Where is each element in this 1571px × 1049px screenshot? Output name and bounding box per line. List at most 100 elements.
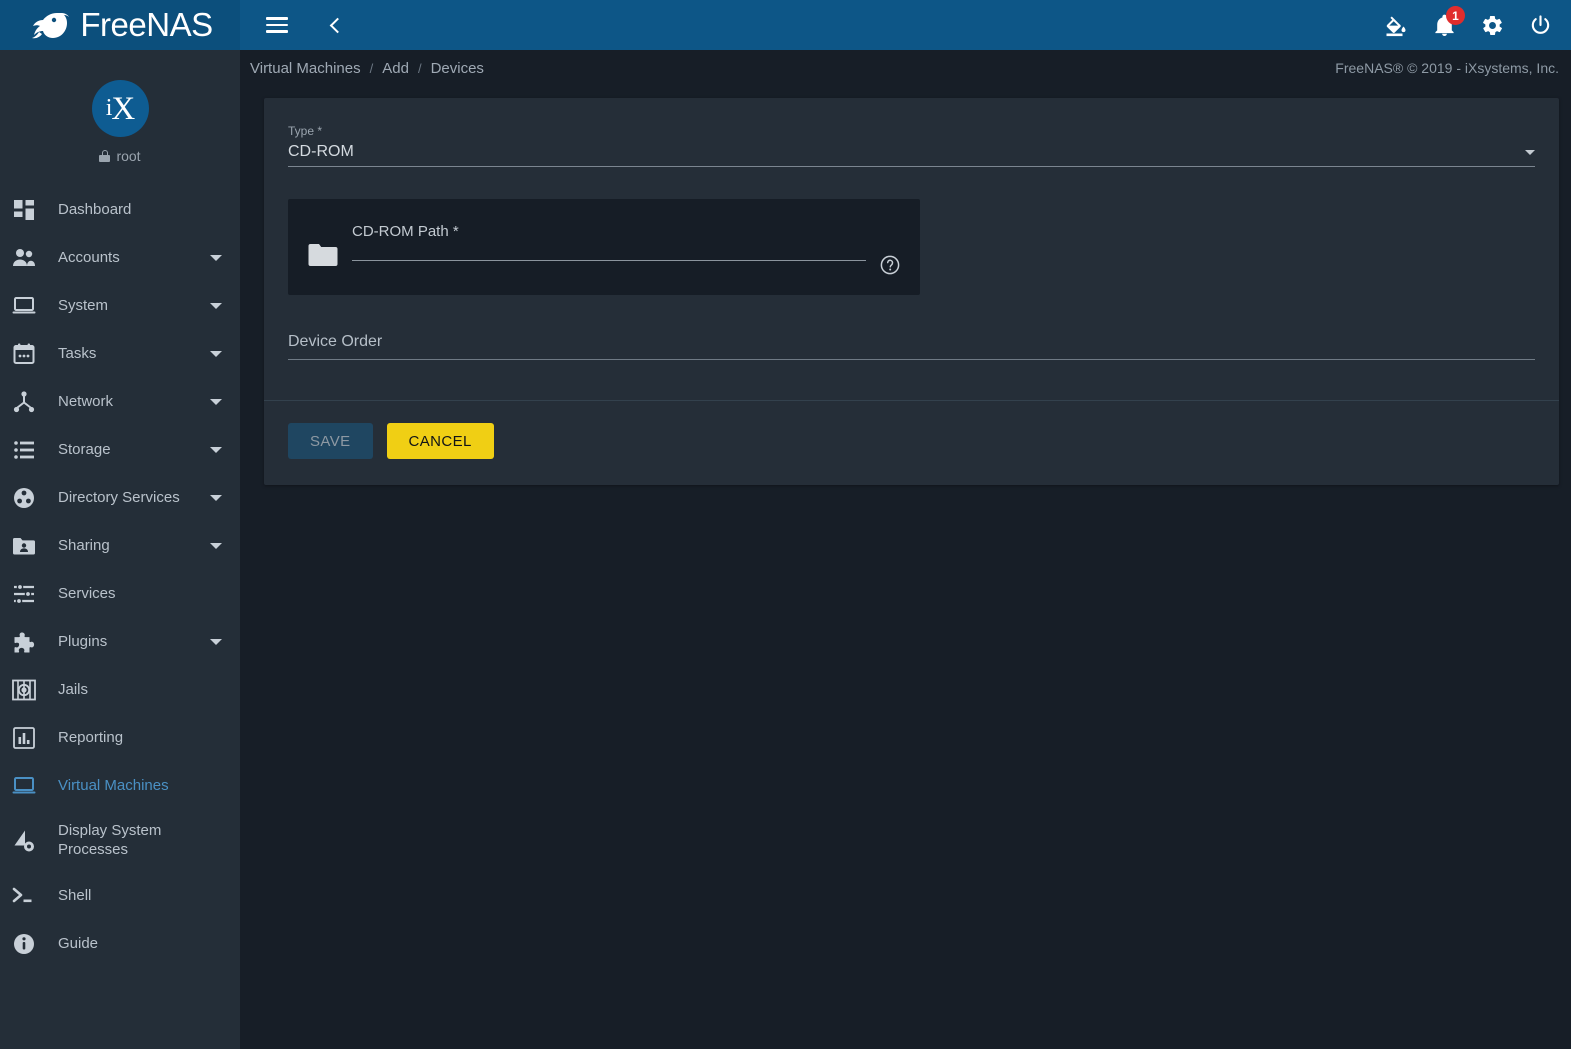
- user-block: iX root: [0, 50, 240, 172]
- breadcrumb-bar: Virtual Machines / Add / Devices FreeNAS…: [240, 50, 1571, 86]
- chevron-down-icon[interactable]: [210, 495, 222, 501]
- storage-list-icon: [10, 436, 38, 464]
- calendar-icon: [10, 340, 38, 368]
- copyright-text: FreeNAS® © 2019 - iXsystems, Inc.: [1335, 60, 1559, 76]
- username-row: root: [99, 148, 141, 164]
- sidebar-item-jails[interactable]: Jails: [0, 666, 240, 714]
- sidebar-item-label: Accounts: [58, 248, 120, 266]
- breadcrumb-item-devices: Devices: [430, 59, 484, 77]
- sidebar-item-label: Virtual Machines: [58, 776, 169, 794]
- username-label: root: [116, 148, 141, 164]
- help-circle-icon[interactable]: [880, 255, 900, 275]
- sidebar-item-services[interactable]: Services: [0, 570, 240, 618]
- folder-icon[interactable]: [308, 243, 338, 267]
- sidebar-item-plugins[interactable]: Plugins: [0, 618, 240, 666]
- jails-icon: [10, 676, 38, 704]
- chevron-left-icon[interactable]: [318, 8, 352, 42]
- info-circle-icon: [10, 930, 38, 958]
- laptop-icon: [10, 772, 38, 800]
- sidebar-item-label: Display System Processes: [58, 822, 162, 858]
- cdrom-path-group: CD-ROM Path *: [288, 199, 920, 295]
- cdrom-path-input[interactable]: [352, 260, 866, 261]
- notification-badge: 1: [1446, 6, 1465, 25]
- type-field[interactable]: Type * CD-ROM: [288, 124, 1535, 173]
- sidebar-item-label: Storage: [58, 440, 111, 458]
- directory-services-icon: [10, 484, 38, 512]
- sidebar-nav: Dashboard Accounts System Tasks Network …: [0, 186, 240, 968]
- people-icon: [10, 244, 38, 272]
- device-order-label: Device Order: [288, 333, 383, 350]
- chevron-down-icon[interactable]: [210, 399, 222, 405]
- bell-icon[interactable]: 1: [1427, 6, 1465, 42]
- device-form-card: Type * CD-ROM CD-ROM Path * Device Order…: [264, 98, 1559, 485]
- sidebar-item-network[interactable]: Network: [0, 378, 240, 426]
- chevron-down-icon[interactable]: [210, 447, 222, 453]
- sliders-icon: [10, 580, 38, 608]
- sidebar-item-accounts[interactable]: Accounts: [0, 234, 240, 282]
- sidebar-item-virtual-machines[interactable]: Virtual Machines: [0, 762, 240, 810]
- sidebar-item-reporting[interactable]: Reporting: [0, 714, 240, 762]
- brand-name: FreeNAS: [80, 6, 213, 43]
- type-select-value[interactable]: CD-ROM: [288, 143, 1525, 161]
- gear-icon[interactable]: [1475, 8, 1509, 42]
- folder-shared-icon: [10, 532, 38, 560]
- cdrom-path-label: CD-ROM Path *: [352, 223, 459, 240]
- sidebar-item-display-system-processes[interactable]: Display System Processes: [0, 810, 240, 872]
- sidebar-item-label: Plugins: [58, 632, 108, 650]
- breadcrumb-separator: /: [417, 60, 422, 76]
- breadcrumb-item-add[interactable]: Add: [382, 60, 409, 77]
- page-content: Type * CD-ROM CD-ROM Path * Device Order…: [240, 86, 1571, 1049]
- chevron-down-icon[interactable]: [210, 351, 222, 357]
- sidebar-item-label: Sharing: [58, 536, 110, 554]
- freenas-fish-logo-icon: [32, 13, 70, 39]
- sidebar-item-label: Dashboard: [58, 200, 132, 218]
- chevron-down-icon[interactable]: [210, 255, 222, 261]
- power-icon[interactable]: [1523, 8, 1557, 42]
- app-root: FreeNAS ™ iX root Dashboard: [0, 0, 1571, 1049]
- sidebar-item-guide[interactable]: Guide: [0, 920, 240, 968]
- device-order-input[interactable]: [288, 359, 1535, 360]
- sidebar-item-directory-services[interactable]: Directory Services: [0, 474, 240, 522]
- hamburger-icon[interactable]: [260, 8, 294, 42]
- cancel-button[interactable]: CANCEL: [386, 423, 494, 459]
- sidebar-item-label: Shell: [58, 886, 92, 904]
- chevron-down-icon[interactable]: [210, 543, 222, 549]
- sidebar-item-label: Reporting: [58, 728, 124, 746]
- breadcrumb: Virtual Machines / Add / Devices: [250, 60, 484, 77]
- breadcrumb-separator: /: [369, 60, 374, 76]
- cdrom-path-field[interactable]: CD-ROM Path *: [352, 217, 866, 261]
- puzzle-icon: [10, 628, 38, 656]
- sidebar-item-label: Tasks: [58, 344, 97, 362]
- sidebar-item-label: Guide: [58, 934, 99, 952]
- bar-chart-icon: [10, 724, 38, 752]
- lock-icon: [99, 150, 111, 162]
- sidebar-item-dashboard[interactable]: Dashboard: [0, 186, 240, 234]
- device-order-field[interactable]: Device Order: [288, 333, 1535, 360]
- chevron-down-icon[interactable]: [210, 639, 222, 645]
- format-color-fill-icon[interactable]: [1379, 8, 1413, 42]
- terminal-icon: [10, 882, 38, 910]
- laptop-icon: [10, 292, 38, 320]
- network-tree-icon: [10, 388, 38, 416]
- type-field-label: Type *: [288, 124, 323, 138]
- breadcrumb-item-virtual-machines[interactable]: Virtual Machines: [250, 60, 361, 77]
- chevron-down-icon[interactable]: [210, 303, 222, 309]
- sidebar-item-storage[interactable]: Storage: [0, 426, 240, 474]
- sidebar-item-label: System: [58, 296, 109, 314]
- save-button[interactable]: SAVE: [288, 423, 373, 459]
- system-processes-icon: [10, 827, 38, 855]
- avatar[interactable]: iX: [91, 80, 149, 137]
- sidebar: FreeNAS ™ iX root Dashboard: [0, 0, 240, 1049]
- dropdown-arrow-icon[interactable]: [1525, 150, 1535, 155]
- brand-logo[interactable]: FreeNAS ™: [0, 0, 240, 50]
- sidebar-item-system[interactable]: System: [0, 282, 240, 330]
- sidebar-item-label: Network: [58, 392, 114, 410]
- sidebar-item-shell[interactable]: Shell: [0, 872, 240, 920]
- top-toolbar: 1: [240, 0, 1571, 50]
- sidebar-item-label: Directory Services: [58, 488, 180, 506]
- main-area: 1 Virtual Machines / Add / Devices FreeN…: [240, 0, 1571, 1049]
- form-actions: SAVE CANCEL: [264, 401, 1559, 485]
- sidebar-item-label: Services: [58, 584, 116, 602]
- sidebar-item-sharing[interactable]: Sharing: [0, 522, 240, 570]
- sidebar-item-tasks[interactable]: Tasks: [0, 330, 240, 378]
